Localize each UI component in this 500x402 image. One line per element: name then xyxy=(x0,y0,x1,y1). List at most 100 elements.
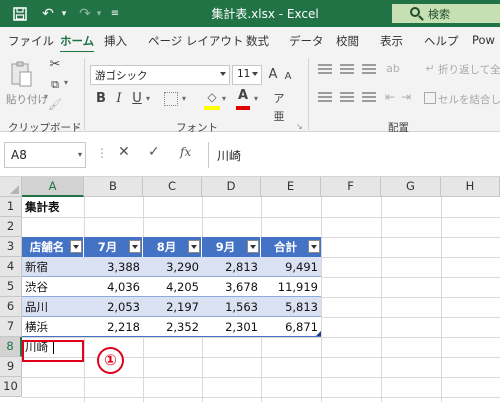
align-middle-icon[interactable] xyxy=(340,64,354,74)
row-header-9[interactable]: 9 xyxy=(0,357,22,377)
tab-view[interactable]: 表示 xyxy=(380,33,403,49)
tab-help[interactable]: ヘルプ xyxy=(424,33,459,49)
column-header-a[interactable]: A xyxy=(22,177,84,197)
table-cell[interactable]: 品川 xyxy=(22,297,84,317)
wrap-text-icon[interactable]: ↵ xyxy=(424,60,436,78)
table-cell[interactable]: 4,036 xyxy=(84,277,143,297)
shrink-font-button[interactable]: A xyxy=(282,68,294,86)
column-header-d[interactable]: D xyxy=(202,177,261,197)
fill-color-dropdown-icon[interactable]: ▾ xyxy=(222,94,226,103)
name-box[interactable]: A8 xyxy=(4,142,86,168)
paste-button[interactable] xyxy=(8,60,34,88)
copy-icon[interactable]: ⧉ xyxy=(48,76,62,94)
table-cell[interactable]: 9,491 xyxy=(261,257,321,277)
table-cell[interactable]: 2,813 xyxy=(202,257,261,277)
tab-power[interactable]: Pow xyxy=(472,33,495,47)
phonetic-button[interactable]: ア亜 xyxy=(270,90,288,126)
table-cell[interactable]: 渋谷 xyxy=(22,277,84,297)
tab-data[interactable]: データ xyxy=(289,33,324,49)
column-header-f[interactable]: F xyxy=(321,177,381,197)
borders-dropdown-icon[interactable]: ▾ xyxy=(182,94,186,103)
select-all-button[interactable] xyxy=(0,177,22,197)
undo-icon[interactable]: ↶ xyxy=(38,0,58,27)
redo-dropdown-icon[interactable]: ▾ xyxy=(94,0,104,27)
row-header-2[interactable]: 2 xyxy=(0,217,22,237)
insert-function-icon[interactable]: fx xyxy=(180,145,191,159)
confirm-entry-icon[interactable]: ✓ xyxy=(148,144,160,160)
tab-review[interactable]: 校閲 xyxy=(336,33,359,49)
align-right-icon[interactable] xyxy=(362,92,376,102)
filter-dropdown-icon[interactable] xyxy=(308,240,320,253)
merge-center-icon[interactable] xyxy=(424,92,436,104)
merge-center-button[interactable]: セルを結合して xyxy=(438,92,500,107)
table-cell[interactable]: 新宿 xyxy=(22,257,84,277)
undo-dropdown-icon[interactable]: ▾ xyxy=(58,0,70,27)
row-header-8[interactable]: 8 xyxy=(0,337,22,357)
align-bottom-icon[interactable] xyxy=(362,64,376,74)
tab-insert[interactable]: 挿入 xyxy=(104,33,127,49)
row-header-6[interactable]: 6 xyxy=(0,297,22,317)
table-cell[interactable]: 横浜 xyxy=(22,317,84,337)
borders-button[interactable] xyxy=(164,92,178,106)
font-name-combo[interactable]: 游ゴシック xyxy=(90,65,230,85)
formula-input[interactable]: 川崎 xyxy=(208,142,500,168)
save-icon[interactable] xyxy=(10,0,30,27)
tab-formulas[interactable]: 数式 xyxy=(246,33,269,49)
table-header-store[interactable]: 店舗名 xyxy=(22,237,84,257)
cut-icon[interactable]: ✂ xyxy=(48,56,62,74)
column-header-e[interactable]: E xyxy=(261,177,321,197)
font-size-combo[interactable]: 11 xyxy=(232,65,262,85)
align-center-icon[interactable] xyxy=(340,92,354,102)
tab-file[interactable]: ファイル xyxy=(8,33,54,49)
table-cell[interactable]: 2,197 xyxy=(143,297,202,317)
table-cell[interactable]: 3,678 xyxy=(202,277,261,297)
search-box[interactable]: 検索 xyxy=(392,4,500,23)
row-header-4[interactable]: 4 xyxy=(0,257,22,277)
table-cell[interactable]: 2,053 xyxy=(84,297,143,317)
format-painter-icon[interactable]: 🖌 xyxy=(48,96,62,114)
tab-page-layout[interactable]: ページ レイアウト xyxy=(148,33,243,49)
align-top-icon[interactable] xyxy=(318,64,332,74)
table-cell[interactable]: 3,388 xyxy=(84,257,143,277)
row-header-3[interactable]: 3 xyxy=(0,237,22,257)
table-cell[interactable]: 11,919 xyxy=(261,277,321,297)
table-resize-handle[interactable] xyxy=(316,331,321,336)
filter-dropdown-icon[interactable] xyxy=(129,240,141,253)
table-cell[interactable]: 4,205 xyxy=(143,277,202,297)
table-cell[interactable]: 6,871 xyxy=(261,317,321,337)
copy-dropdown-icon[interactable]: ▾ xyxy=(64,78,68,87)
worksheet-grid[interactable]: A B C D E F G H 1 2 3 4 5 6 7 8 9 10 集計表… xyxy=(0,177,500,402)
increase-indent-icon[interactable]: ⇥ xyxy=(400,88,412,106)
redo-icon[interactable]: ↷ xyxy=(76,0,94,27)
customize-toolbar-icon[interactable]: ≡ xyxy=(108,0,122,27)
clipboard-launcher-icon[interactable]: ↘ xyxy=(72,122,79,131)
name-box-dropdown-icon[interactable]: ▾ xyxy=(78,150,82,159)
table-cell[interactable]: 2,352 xyxy=(143,317,202,337)
filter-dropdown-icon[interactable] xyxy=(70,240,82,253)
table-cell[interactable]: 3,290 xyxy=(143,257,202,277)
cancel-entry-icon[interactable]: ✕ xyxy=(118,144,130,160)
decrease-indent-icon[interactable]: ⇤ xyxy=(384,88,396,106)
table-header-july[interactable]: 7月 xyxy=(84,237,143,257)
tab-home[interactable]: ホーム xyxy=(60,33,95,54)
underline-dropdown-icon[interactable]: ▾ xyxy=(146,94,150,103)
table-cell[interactable]: 5,813 xyxy=(261,297,321,317)
wrap-text-button[interactable]: 折り返して全体 xyxy=(438,62,500,77)
column-header-c[interactable]: C xyxy=(143,177,202,197)
filter-dropdown-icon[interactable] xyxy=(188,240,200,253)
align-left-icon[interactable] xyxy=(318,92,332,102)
table-header-total[interactable]: 合計 xyxy=(261,237,321,257)
grow-font-button[interactable]: A xyxy=(266,66,280,84)
orientation-icon[interactable]: ab xyxy=(384,60,402,78)
column-header-h[interactable]: H xyxy=(441,177,500,197)
font-color-dropdown-icon[interactable]: ▾ xyxy=(254,94,258,103)
row-header-7[interactable]: 7 xyxy=(0,317,22,337)
bold-button[interactable]: B xyxy=(94,90,108,108)
row-header-1[interactable]: 1 xyxy=(0,197,22,217)
italic-button[interactable]: I xyxy=(112,90,126,108)
table-header-august[interactable]: 8月 xyxy=(143,237,202,257)
font-color-button[interactable]: A xyxy=(236,87,250,110)
table-cell[interactable]: 2,218 xyxy=(84,317,143,337)
row-header-10[interactable]: 10 xyxy=(0,377,22,397)
column-header-b[interactable]: B xyxy=(84,177,143,197)
